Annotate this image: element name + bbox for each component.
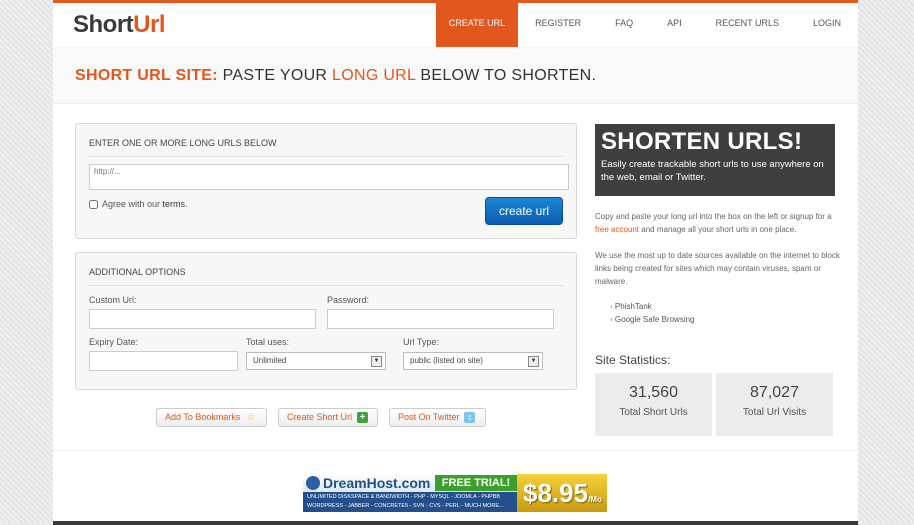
page: ShortUrl CREATE URL REGISTER FAQ API REC… <box>53 0 858 525</box>
create-short-url-button[interactable]: Create Short Url + <box>278 408 378 427</box>
stat-label: Total Short Urls <box>619 407 688 418</box>
terms-link[interactable]: terms <box>163 199 186 209</box>
site-statistics-title: Site Statistics: <box>595 353 671 367</box>
custom-url-input[interactable] <box>89 309 316 329</box>
ad-free-trial: FREE TRIAL! <box>435 475 517 491</box>
create-url-button[interactable]: create url <box>485 197 563 225</box>
nav-create-url[interactable]: CREATE URL <box>435 0 519 47</box>
signup-paragraph: Copy and paste your long url into the bo… <box>595 212 832 234</box>
divider <box>88 156 564 157</box>
stat-label: Total Url Visits <box>742 407 807 418</box>
url-entry-heading: ENTER ONE OR MORE LONG URLS BELOW <box>89 138 277 148</box>
free-account-link[interactable]: free account <box>595 225 639 234</box>
expiry-date-input[interactable] <box>89 351 238 371</box>
stat-total-short-urls: 31,560 Total Short Urls <box>595 373 712 436</box>
page-title: SHORT URL SITE: PASTE YOUR LONG URL BELO… <box>75 67 597 84</box>
url-type-label: Url Type: <box>403 337 439 347</box>
nav-api[interactable]: API <box>650 0 699 47</box>
nav-recent-urls[interactable]: RECENT URLS <box>699 0 796 47</box>
security-sources-list: PhishTank Google Safe Browsing <box>610 300 695 326</box>
promo-text: Easily create trackable short urls to us… <box>601 159 824 183</box>
dropdown-arrow-icon: ▼ <box>371 356 382 367</box>
stat-total-url-visits: 87,027 Total Url Visits <box>716 373 833 436</box>
ad-features: UNLIMITED DISKSPACE & BANDWIDTH - PHP - … <box>303 492 517 512</box>
additional-options-box: ADDITIONAL OPTIONS Custom Url: Password:… <box>75 252 577 390</box>
site-header: ShortUrl CREATE URL REGISTER FAQ API REC… <box>53 0 858 48</box>
add-to-bookmarks-button[interactable]: Add To Bookmarks ☆ <box>156 408 267 427</box>
password-label: Password: <box>327 295 370 305</box>
list-item: PhishTank <box>610 300 695 313</box>
security-paragraph: We use the most up to date sources avail… <box>595 251 840 286</box>
promo-heading: SHORTEN URLS! <box>601 128 803 155</box>
dropdown-arrow-icon: ▼ <box>528 356 539 367</box>
main-nav: CREATE URL REGISTER FAQ API RECENT URLS … <box>435 0 858 47</box>
ad-brand: DreamHost.com <box>323 475 431 491</box>
agree-checkbox[interactable] <box>89 199 98 209</box>
site-logo[interactable]: ShortUrl <box>73 11 166 39</box>
url-entry-box: ENTER ONE OR MORE LONG URLS BELOW Agree … <box>75 123 577 239</box>
divider <box>88 285 564 286</box>
dreamhost-logo-icon <box>306 476 320 490</box>
list-item: Google Safe Browsing <box>610 313 695 326</box>
agree-terms[interactable]: Agree with our terms. <box>89 199 188 209</box>
divider <box>53 450 858 451</box>
stat-value: 31,560 <box>629 384 678 401</box>
password-input[interactable] <box>327 309 554 329</box>
custom-url-label: Custom Url: <box>89 295 137 305</box>
post-on-twitter-button[interactable]: Post On Twitter t <box>389 408 486 427</box>
plus-icon: + <box>357 412 369 423</box>
star-icon: ☆ <box>246 412 256 423</box>
dreamhost-ad-banner[interactable]: DreamHost.com FREE TRIAL! UNLIMITED DISK… <box>303 474 607 512</box>
total-uses-select[interactable]: Unlimited ▼ <box>246 352 386 370</box>
url-type-select[interactable]: public (listed on site) ▼ <box>403 352 543 370</box>
long-url-input[interactable] <box>89 164 569 190</box>
options-heading: ADDITIONAL OPTIONS <box>89 267 186 277</box>
expiry-date-label: Expiry Date: <box>89 337 139 347</box>
ad-price: $8.95/Mo <box>517 474 607 512</box>
nav-register[interactable]: REGISTER <box>518 0 598 47</box>
nav-faq[interactable]: FAQ <box>598 0 650 47</box>
total-uses-label: Total uses: <box>246 337 290 347</box>
stat-value: 87,027 <box>750 384 799 401</box>
twitter-icon: t <box>464 412 476 423</box>
promo-box: SHORTEN URLS! Easily create trackable sh… <box>595 124 835 196</box>
nav-login[interactable]: LOGIN <box>796 0 858 47</box>
title-bar: SHORT URL SITE: PASTE YOUR LONG URL BELO… <box>53 47 858 104</box>
